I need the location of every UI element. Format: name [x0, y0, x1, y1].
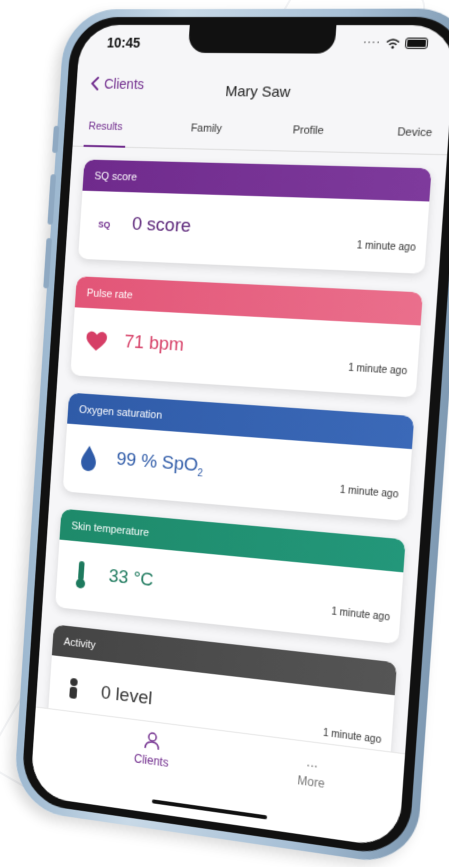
tab-device[interactable]: Device	[396, 116, 433, 154]
tab-family[interactable]: Family	[190, 113, 223, 149]
page-title: Mary Saw	[224, 83, 291, 101]
card-time: 1 minute ago	[330, 606, 391, 624]
thermometer-icon	[69, 560, 93, 589]
navigation-bar: Clients Mary Saw	[75, 64, 449, 113]
phone-screen: 10:45 ···· Clients Mary Saw Results Fami…	[29, 24, 449, 849]
card-pulse-rate[interactable]: Pulse rate 71 bpm 1 minute ago	[70, 276, 423, 398]
notch	[187, 24, 337, 54]
tab-results[interactable]: Results	[87, 111, 123, 147]
nav-item-more[interactable]: ... More	[297, 751, 327, 791]
sq-icon-text: SQ	[97, 219, 111, 230]
card-time: 1 minute ago	[347, 362, 408, 378]
nav-item-clients[interactable]: Clients	[134, 730, 171, 770]
status-time: 10:45	[106, 34, 141, 51]
sq-icon: SQ	[92, 211, 116, 239]
card-sq-score[interactable]: SQ score SQ 0 score 1 minute ago	[77, 159, 432, 274]
card-skin-temperature[interactable]: Skin temperature 33 °C 1 minute ago	[55, 508, 406, 645]
card-time: 1 minute ago	[356, 240, 417, 254]
card-value-text: 99 % SpO	[115, 448, 199, 477]
card-value: 0 level	[100, 682, 153, 710]
droplet-icon	[77, 444, 101, 473]
wifi-icon	[385, 38, 400, 49]
more-icon: ...	[306, 753, 319, 771]
status-icons: ····	[362, 37, 429, 50]
person-icon	[62, 676, 86, 706]
tab-bar: Results Family Profile Device	[72, 110, 449, 156]
heart-icon	[85, 327, 109, 356]
card-value: 99 % SpO2	[116, 449, 204, 479]
nav-item-clients-label: Clients	[133, 751, 169, 770]
signal-icon: ····	[362, 37, 382, 49]
user-icon	[144, 731, 160, 751]
battery-icon	[404, 37, 429, 50]
tab-profile[interactable]: Profile	[291, 114, 324, 151]
card-value: 0 score	[131, 213, 192, 237]
card-oxygen-saturation[interactable]: Oxygen saturation 99 % SpO2 1 minute ago	[62, 392, 415, 522]
nav-item-more-label: More	[296, 773, 326, 791]
phone-device: 10:45 ···· Clients Mary Saw Results Fami…	[12, 8, 449, 867]
card-body: SQ 0 score 1 minute ago	[78, 191, 429, 274]
results-list: SQ score SQ 0 score 1 minute ago Pulse r…	[46, 159, 432, 786]
card-value-subscript: 2	[197, 467, 204, 480]
card-value: 71 bpm	[123, 331, 185, 356]
card-value: 33 °C	[108, 565, 154, 591]
card-time: 1 minute ago	[339, 484, 399, 501]
